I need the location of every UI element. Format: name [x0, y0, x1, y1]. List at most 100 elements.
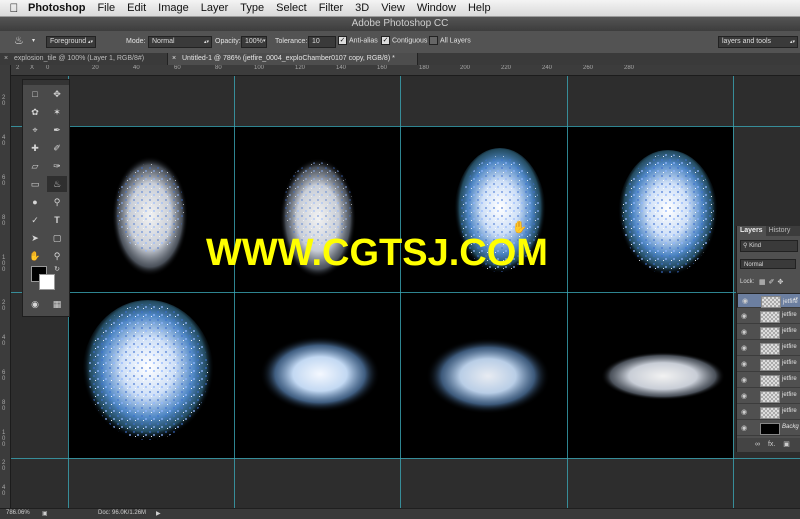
- status-arrow-icon[interactable]: ▶: [156, 510, 161, 517]
- guide-horizontal[interactable]: [11, 458, 800, 459]
- layer-thumbnail: [760, 327, 780, 339]
- ruler-tick-label: X: [30, 65, 35, 71]
- eye-icon[interactable]: ◉: [741, 408, 747, 416]
- layer-row[interactable]: ◉ jetfire: [737, 325, 800, 340]
- guide-horizontal[interactable]: [11, 292, 800, 293]
- ruler-tick-label: 120: [295, 65, 306, 71]
- pen-tool-icon[interactable]: ✓: [25, 212, 45, 228]
- menu-3d[interactable]: 3D: [355, 2, 369, 14]
- menu-select[interactable]: Select: [276, 2, 307, 14]
- crop-tool-icon[interactable]: ⌖: [25, 122, 45, 138]
- contiguous-checkbox[interactable]: ✓ Contiguous: [381, 36, 427, 45]
- layer-row[interactable]: ◉ jetfire: [737, 373, 800, 388]
- menu-window[interactable]: Window: [417, 2, 456, 14]
- mode-select[interactable]: Normal: [148, 36, 212, 48]
- layer-style-button[interactable]: fx.: [768, 441, 775, 448]
- tab-explosion-tile[interactable]: × explosion_tile @ 100% (Layer 1, RGB/8#…: [0, 53, 168, 65]
- menu-image[interactable]: Image: [158, 2, 189, 14]
- anti-alias-checkbox[interactable]: ✓ Anti-alias: [338, 36, 378, 45]
- history-brush-tool-icon[interactable]: ✑: [47, 158, 67, 174]
- eye-icon[interactable]: ◉: [741, 376, 747, 384]
- magic-wand-tool-icon[interactable]: ✶: [47, 104, 67, 120]
- ruler-tick-label: 40: [133, 65, 140, 71]
- layer-row[interactable]: ◉ jetfire: [737, 341, 800, 356]
- ruler-top[interactable]: 2 X 0 20 40 60 80 100 120 140 160 180 20…: [10, 65, 800, 76]
- close-icon[interactable]: ×: [172, 53, 176, 65]
- menu-help[interactable]: Help: [468, 2, 491, 14]
- menu-edit[interactable]: Edit: [127, 2, 146, 14]
- eye-icon[interactable]: ◉: [741, 424, 747, 432]
- tools-panel-header[interactable]: [23, 80, 69, 85]
- layer-thumbnail: [761, 296, 781, 308]
- lasso-tool-icon[interactable]: ✿: [25, 104, 45, 120]
- menu-layer[interactable]: Layer: [201, 2, 229, 14]
- ruler-tick-label: 100: [2, 255, 6, 273]
- layer-row[interactable]: ◉ jetfire: [737, 309, 800, 324]
- menu-file[interactable]: File: [97, 2, 115, 14]
- apple-icon[interactable]: : [0, 1, 28, 15]
- rectangle-tool-icon[interactable]: ▢: [47, 230, 67, 246]
- opacity-chevron-icon[interactable]: ▾: [263, 38, 266, 44]
- close-icon[interactable]: ×: [4, 53, 8, 65]
- marquee-tool-icon[interactable]: □: [25, 86, 45, 102]
- all-layers-checkbox[interactable]: All Layers: [429, 36, 471, 45]
- layer-row-background[interactable]: ◉ Backg: [737, 421, 800, 436]
- eye-icon[interactable]: ◉: [741, 312, 747, 320]
- ruler-tick-label: 40: [2, 485, 6, 497]
- eyedropper-tool-icon[interactable]: ✒: [47, 122, 67, 138]
- paint-bucket-tool-icon[interactable]: ♨: [47, 176, 67, 192]
- menu-app-name[interactable]: Photoshop: [28, 2, 85, 14]
- screen-mode-icon[interactable]: ▦: [47, 296, 67, 312]
- layer-row[interactable]: ◉ jetfire: [737, 293, 800, 308]
- clone-stamp-tool-icon[interactable]: ▱: [25, 158, 45, 174]
- path-selection-tool-icon[interactable]: ➤: [25, 230, 45, 246]
- menu-view[interactable]: View: [381, 2, 405, 14]
- eye-icon[interactable]: ◉: [742, 297, 748, 307]
- check-icon: ✓: [381, 36, 390, 45]
- move-tool-icon[interactable]: ✥: [47, 86, 67, 102]
- eye-icon[interactable]: ◉: [741, 328, 747, 336]
- blur-tool-icon[interactable]: ●: [25, 194, 45, 210]
- layer-name: jetfire: [782, 360, 797, 366]
- tab-history[interactable]: History: [766, 226, 794, 236]
- workspace-select[interactable]: layers and tools: [718, 36, 798, 48]
- tools-panel: □ ✥ ✿ ✶ ⌖ ✒ ✚ ✐ ▱ ✑ ▭ ♨ ● ⚲ ✓ T ➤ ▢ ✋ ⚲ …: [22, 79, 70, 317]
- quick-mask-icon[interactable]: ◉: [25, 296, 45, 312]
- link-layers-icon[interactable]: ∞: [755, 441, 760, 448]
- ruler-left[interactable]: 20 40 60 80 100 20 40 60 80 100 20 40: [0, 65, 11, 508]
- tab-layers[interactable]: Layers: [737, 226, 766, 236]
- layer-row[interactable]: ◉ jetfire: [737, 389, 800, 404]
- document-tabs: × explosion_tile @ 100% (Layer 1, RGB/8#…: [0, 53, 800, 65]
- guide-horizontal[interactable]: [11, 126, 800, 127]
- eye-icon[interactable]: ◉: [741, 392, 747, 400]
- menu-type[interactable]: Type: [240, 2, 264, 14]
- type-tool-icon[interactable]: T: [47, 212, 67, 228]
- dodge-tool-icon[interactable]: ⚲: [47, 194, 67, 210]
- swap-colors-icon[interactable]: ↻: [47, 262, 67, 278]
- layer-thumbnail: [760, 391, 780, 403]
- frame-7: [426, 338, 550, 414]
- lock-icons[interactable]: ▦✐✥: [759, 278, 786, 286]
- add-mask-icon[interactable]: ▣: [783, 441, 790, 448]
- layer-filter-select[interactable]: ⚲ Kind: [740, 240, 798, 252]
- fill-source-select[interactable]: Foreground: [46, 36, 96, 48]
- chevron-down-icon[interactable]: ▾: [32, 37, 35, 44]
- brush-tool-icon[interactable]: ✐: [47, 140, 67, 156]
- menu-filter[interactable]: Filter: [319, 2, 343, 14]
- share-icon[interactable]: ▣: [42, 510, 48, 517]
- paint-bucket-icon[interactable]: ♨: [14, 34, 24, 47]
- zoom-level[interactable]: 786.06%: [6, 510, 30, 516]
- eye-icon[interactable]: ◉: [741, 360, 747, 368]
- eraser-tool-icon[interactable]: ▭: [25, 176, 45, 192]
- layer-name: jetfire: [782, 312, 797, 318]
- blend-mode-select[interactable]: Normal: [740, 259, 796, 269]
- hand-tool-icon[interactable]: ✋: [25, 248, 45, 264]
- healing-brush-tool-icon[interactable]: ✚: [25, 140, 45, 156]
- tab-untitled-1[interactable]: × Untitled-1 @ 786% (jetfire_0004_exploC…: [168, 53, 418, 65]
- tolerance-field[interactable]: 10: [308, 36, 336, 48]
- frame-8: [601, 352, 725, 400]
- frame-1: [112, 156, 188, 276]
- layer-row[interactable]: ◉ jetfire: [737, 357, 800, 372]
- layer-row[interactable]: ◉ jetfire: [737, 405, 800, 420]
- eye-icon[interactable]: ◉: [741, 344, 747, 352]
